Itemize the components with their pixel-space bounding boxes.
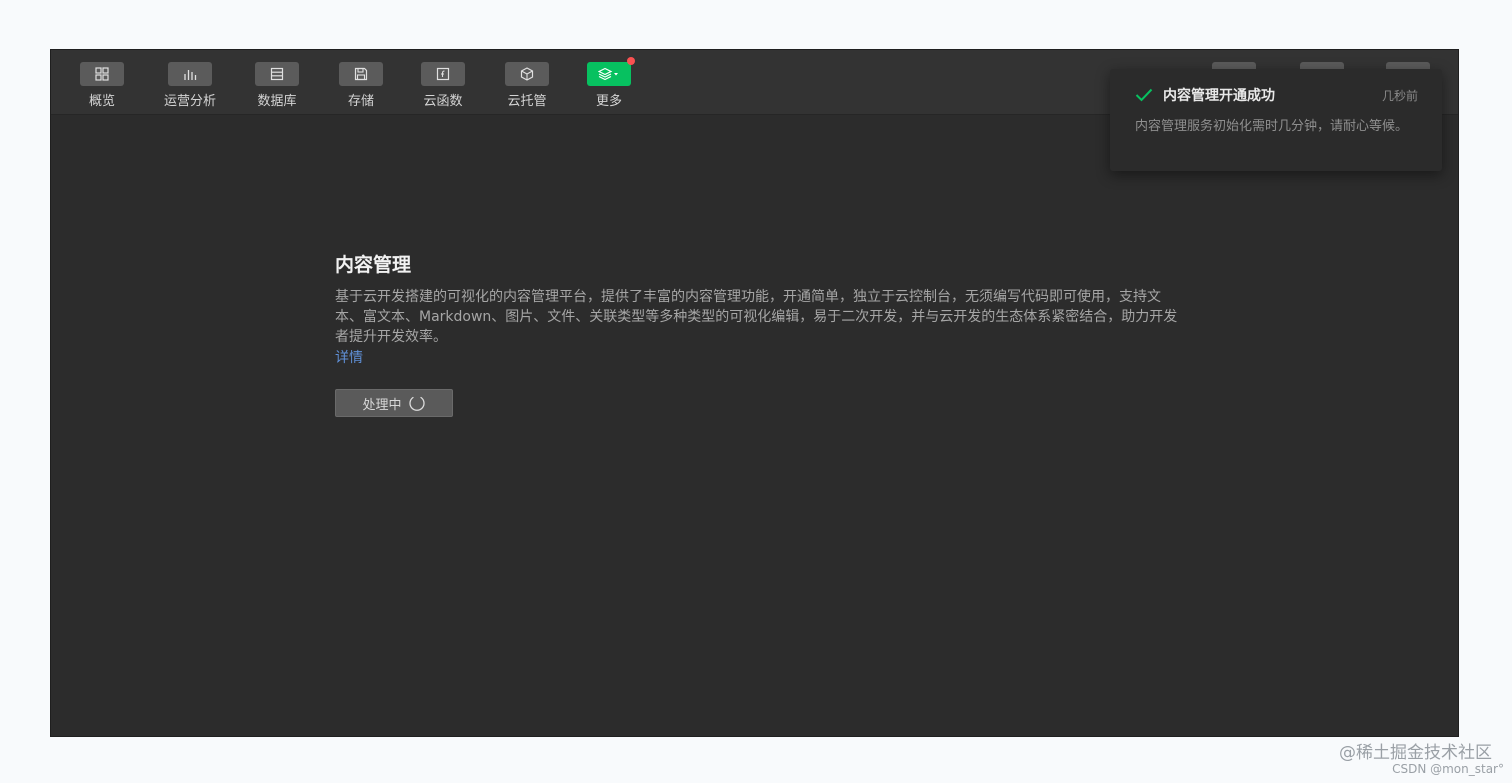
processing-button-label: 处理中: [362, 397, 402, 413]
toolbar-database-box: [255, 62, 299, 86]
database-icon: [270, 67, 284, 81]
detail-link[interactable]: 详情: [335, 347, 363, 367]
toolbar-cloud-hosting-label: 云托管: [507, 94, 547, 109]
toast-header: 内容管理开通成功 几秒前: [1135, 85, 1418, 105]
processing-button[interactable]: 处理中: [335, 389, 453, 417]
bar-chart-icon: [184, 70, 197, 80]
toolbar-more[interactable]: 更多: [574, 57, 644, 109]
toolbar-storage-label: 存储: [347, 94, 374, 109]
grid-icon: [95, 67, 109, 81]
toolbar-cloud-function-box: [421, 62, 465, 86]
toolbar-more-label: 更多: [595, 94, 622, 109]
content-management-panel: 内容管理 基于云开发搭建的可视化的内容管理平台，提供了丰富的内容管理功能，开通简…: [335, 250, 1185, 417]
check-icon: [1135, 88, 1153, 102]
toolbar-analytics[interactable]: 运营分析: [155, 62, 225, 109]
toast-time: 几秒前: [1381, 88, 1418, 103]
save-icon: [354, 67, 368, 81]
toolbar-analytics-label: 运营分析: [163, 94, 216, 109]
toast-title: 内容管理开通成功: [1163, 88, 1275, 104]
toolbar-database-label: 数据库: [257, 94, 297, 109]
cube-icon: [520, 67, 534, 81]
watermark-csdn: CSDN @mon_star°: [1392, 762, 1504, 776]
toast-body: 内容管理服务初始化需时几分钟，请耐心等候。: [1135, 119, 1409, 134]
spinner-icon: [408, 396, 425, 411]
toolbar-cloud-function-label: 云函数: [423, 94, 463, 109]
toolbar-overview-box: [80, 62, 124, 86]
page-description: 基于云开发搭建的可视化的内容管理平台，提供了丰富的内容管理功能，开通简单，独立于…: [335, 289, 1178, 345]
layers-icon: [598, 67, 618, 81]
toolbar-more-box: [587, 57, 635, 86]
toolbar-cloud-hosting[interactable]: 云托管: [492, 62, 562, 109]
function-icon: [436, 67, 450, 81]
toolbar-storage-box: [339, 62, 383, 86]
toolbar-storage[interactable]: 存储: [326, 62, 396, 109]
watermark-juejin: @稀土掘金技术社区: [1339, 743, 1492, 763]
toolbar-overview-label: 概览: [88, 94, 115, 109]
success-toast: 内容管理开通成功 几秒前 内容管理服务初始化需时几分钟，请耐心等候。: [1110, 69, 1442, 171]
toolbar-cloud-hosting-box: [505, 62, 549, 86]
toolbar-analytics-box: [168, 62, 212, 86]
toolbar-database[interactable]: 数据库: [242, 62, 312, 109]
toolbar-overview[interactable]: 概览: [67, 62, 137, 109]
notification-badge: [627, 57, 635, 65]
toolbar-cloud-function[interactable]: 云函数: [408, 62, 478, 109]
page-title: 内容管理: [335, 254, 412, 276]
